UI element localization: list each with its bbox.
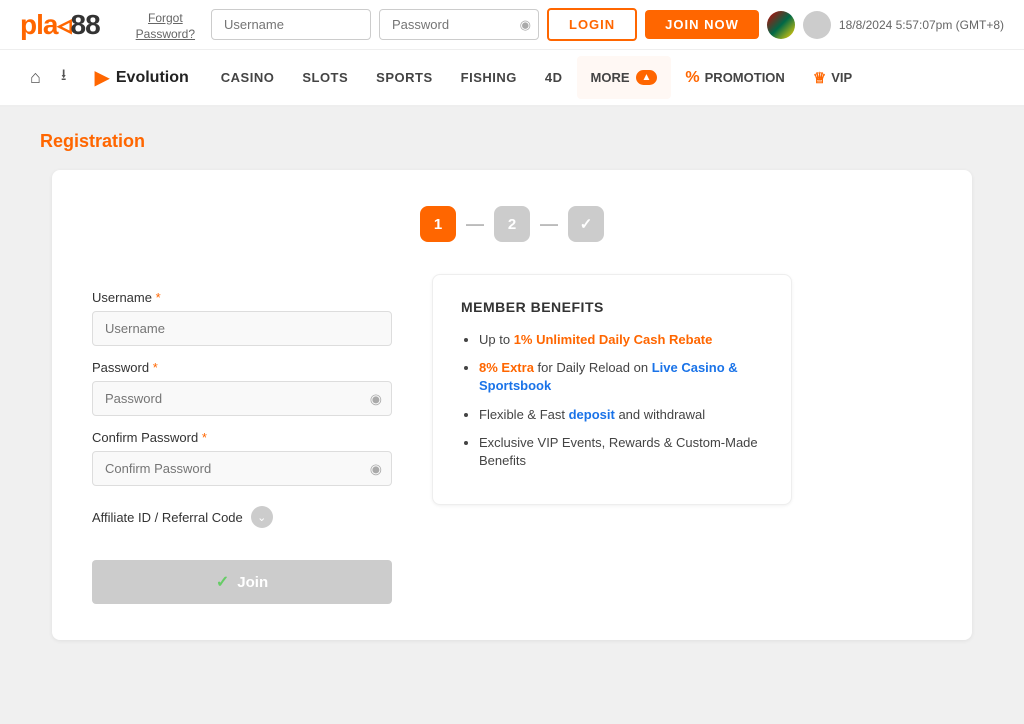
password-wrap: ◉	[379, 9, 539, 40]
reg-confirm-wrap: ◉	[92, 451, 392, 486]
reg-password-input[interactable]	[92, 381, 392, 416]
promo-icon: %	[685, 69, 699, 87]
flag-icon[interactable]	[767, 11, 795, 39]
casino-nav-link[interactable]: CASINO	[207, 54, 289, 101]
promo-label: PROMOTION	[705, 70, 785, 85]
step-2: 2	[494, 206, 530, 242]
benefit-item-3: Flexible & Fast deposit and withdrawal	[479, 406, 763, 424]
sports-nav-link[interactable]: SPORTS	[362, 54, 446, 101]
vip-nav[interactable]: ♕ VIP	[799, 55, 866, 101]
confirm-label: Confirm Password *	[92, 430, 392, 445]
page-title: Registration	[40, 131, 984, 152]
promotion-nav[interactable]: % PROMOTION	[671, 55, 798, 101]
benefit-item-1: Up to 1% Unlimited Daily Cash Rebate	[479, 331, 763, 349]
username-label: Username *	[92, 290, 392, 305]
stepper: 1 — 2 — ✓	[92, 206, 932, 242]
auth-area: ◉ LOGIN JOIN NOW 18/8/2024 5:57:07pm (GM…	[211, 8, 1004, 41]
registration-card: 1 — 2 — ✓ Username * Password * ◉	[52, 170, 972, 640]
eye-icon: ◉	[520, 17, 531, 33]
forgot-password-link[interactable]: Forgot Password?	[136, 11, 195, 41]
join-form-button[interactable]: ✓ Join	[92, 560, 392, 604]
password-input[interactable]	[379, 9, 539, 40]
slots-nav-link[interactable]: SLOTS	[288, 54, 362, 101]
password-eye-icon: ◉	[370, 390, 382, 407]
password-required: *	[153, 360, 158, 375]
nav-bar: ⌂ ⭳ ▶ Evolution CASINO SLOTS SPORTS FISH…	[0, 50, 1024, 107]
reg-username-input[interactable]	[92, 311, 392, 346]
username-input[interactable]	[211, 9, 371, 40]
avatar-icon[interactable]	[803, 11, 831, 39]
vip-label: VIP	[831, 70, 852, 85]
benefits-list: Up to 1% Unlimited Daily Cash Rebate 8% …	[461, 331, 763, 470]
confirm-eye-icon: ◉	[370, 460, 382, 477]
evolution-nav[interactable]: ▶ Evolution	[76, 57, 206, 98]
vip-icon: ♕	[813, 69, 826, 87]
confirm-required: *	[202, 430, 207, 445]
more-nav[interactable]: MORE ▲	[577, 56, 672, 99]
top-bar: pla◃88 Forgot Password? ◉ LOGIN JOIN NOW…	[0, 0, 1024, 50]
member-benefits-card: MEMBER BENEFITS Up to 1% Unlimited Daily…	[432, 274, 792, 505]
username-required: *	[156, 290, 161, 305]
join-button[interactable]: JOIN NOW	[645, 10, 759, 39]
step-1: 1	[420, 206, 456, 242]
fishing-nav-link[interactable]: FISHING	[447, 54, 531, 101]
main-content: Registration 1 — 2 — ✓ Username * Passwo…	[0, 107, 1024, 687]
more-badge: ▲	[636, 70, 658, 85]
step-dash-2: —	[540, 214, 558, 235]
join-form-label: Join	[237, 574, 268, 591]
logo-text: pla	[20, 9, 57, 41]
evolution-label: Evolution	[116, 69, 189, 87]
reg-password-wrap: ◉	[92, 381, 392, 416]
affiliate-label: Affiliate ID / Referral Code	[92, 510, 243, 525]
home-icon-btn[interactable]: ⌂	[20, 53, 51, 102]
datetime: 18/8/2024 5:57:07pm (GMT+8)	[839, 18, 1004, 32]
download-icon-btn[interactable]: ⭳	[51, 50, 77, 105]
more-label: MORE	[591, 70, 630, 85]
step-dash-1: —	[466, 214, 484, 235]
logo: pla◃88	[20, 8, 100, 41]
chevron-down-icon: ⌄	[251, 506, 273, 528]
login-button[interactable]: LOGIN	[547, 8, 637, 41]
reg-confirm-input[interactable]	[92, 451, 392, 486]
reg-body: Username * Password * ◉ Confirm Password…	[92, 274, 932, 604]
join-check-icon: ✓	[216, 572, 229, 592]
benefits-title: MEMBER BENEFITS	[461, 299, 763, 315]
reg-form: Username * Password * ◉ Confirm Password…	[92, 274, 392, 604]
step-done: ✓	[568, 206, 604, 242]
password-label: Password *	[92, 360, 392, 375]
benefit-item-4: Exclusive VIP Events, Rewards & Custom-M…	[479, 434, 763, 470]
logo-number: 88	[71, 9, 100, 41]
evolution-icon: ▶	[94, 65, 109, 90]
fourd-nav-link[interactable]: 4D	[531, 54, 577, 101]
benefit-item-2: 8% Extra for Daily Reload on Live Casino…	[479, 359, 763, 395]
affiliate-row[interactable]: Affiliate ID / Referral Code ⌄	[92, 506, 392, 528]
